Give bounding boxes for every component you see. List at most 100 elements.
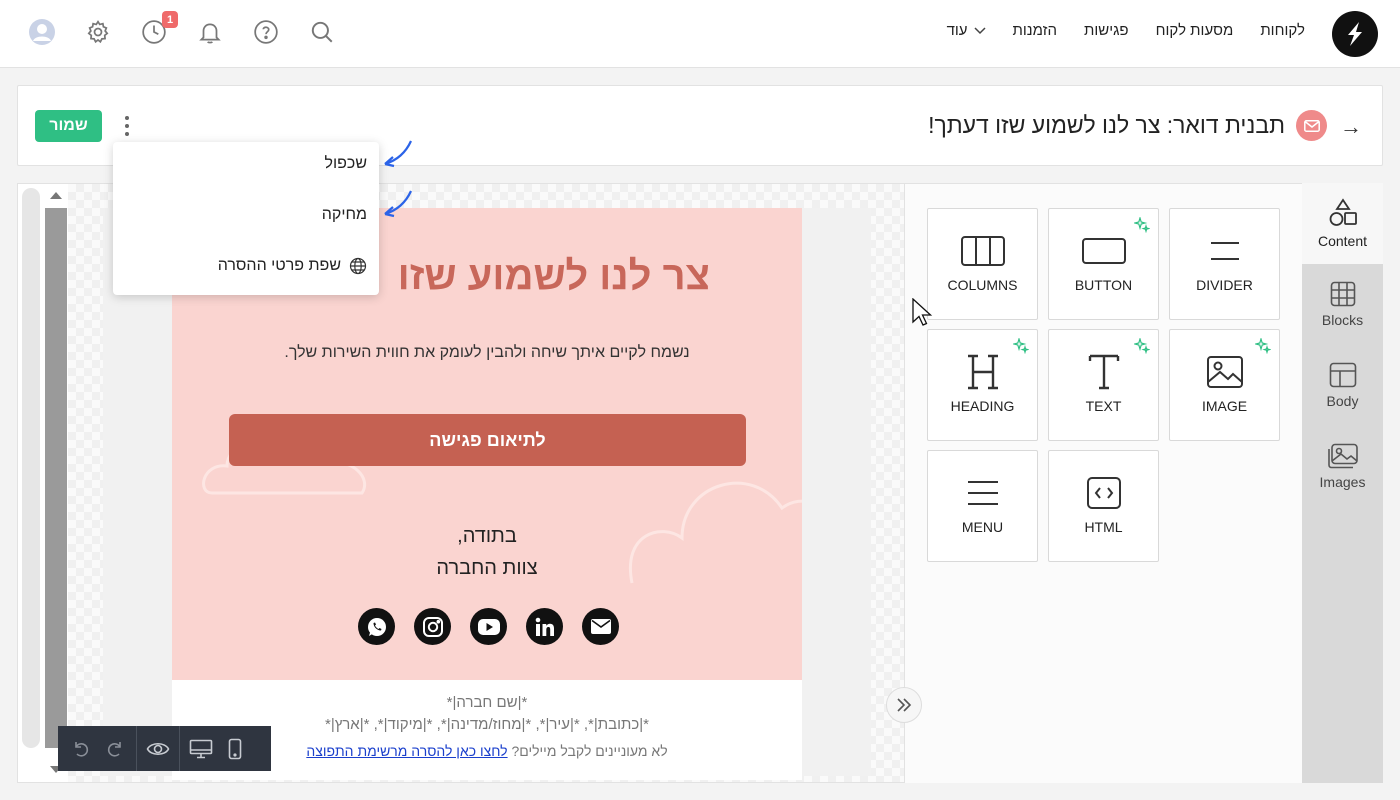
tab-body[interactable]: Body xyxy=(1302,345,1383,426)
globe-icon xyxy=(349,257,367,275)
images-icon xyxy=(1327,443,1358,469)
history-button[interactable]: 1 xyxy=(140,11,178,46)
email-heading[interactable]: צר לנו לשמוע שזו xyxy=(398,254,710,299)
nav-more-dropdown[interactable]: עוד xyxy=(947,22,986,39)
eye-icon xyxy=(146,742,170,755)
tab-body-label: Body xyxy=(1326,393,1359,409)
tile-heading-label: HEADING xyxy=(950,398,1015,414)
whatsapp-icon[interactable] xyxy=(358,608,395,645)
save-button[interactable]: שמור xyxy=(35,110,102,142)
email-signoff[interactable]: בתודה, צוות החברה xyxy=(172,520,802,584)
top-navbar: לקוחות מסעות לקוח פגישות הזמנות עוד 1 xyxy=(0,0,1400,68)
social-icons-row[interactable] xyxy=(358,608,619,645)
nav-item-customer-journeys[interactable]: מסעות לקוח xyxy=(1156,22,1234,39)
menu-item-unsubscribe-language[interactable]: שפת פרטי ההסרה xyxy=(218,257,367,275)
instagram-glyph xyxy=(422,616,443,637)
youtube-icon[interactable] xyxy=(470,608,507,645)
youtube-glyph xyxy=(477,618,500,635)
menu-item-duplicate-label: שכפול xyxy=(324,155,367,172)
avatar[interactable] xyxy=(28,18,56,46)
tab-images[interactable]: Images xyxy=(1302,426,1383,507)
menu-item-duplicate[interactable]: שכפול xyxy=(325,155,367,173)
menu-item-delete-label: מחיקה xyxy=(321,206,367,223)
envelope-icon xyxy=(1303,119,1320,132)
menu-item-unsubscribe-language-label: שפת פרטי ההסרה xyxy=(217,257,341,274)
chevron-down-icon xyxy=(973,26,986,34)
tile-html[interactable]: HTML xyxy=(1048,450,1159,562)
search-button[interactable] xyxy=(308,18,336,46)
notification-badge: 1 xyxy=(162,11,178,28)
more-options-button[interactable] xyxy=(122,114,132,138)
top-icon-group: 1 xyxy=(28,11,336,46)
tile-heading[interactable]: HEADING xyxy=(927,329,1038,441)
redo-icon xyxy=(107,741,121,757)
mail-type-badge xyxy=(1296,110,1327,141)
signoff-line-2: צוות החברה xyxy=(436,557,538,579)
collapse-panel-button[interactable] xyxy=(886,687,922,723)
double-chevron-right-icon xyxy=(897,698,912,712)
envelope-glyph xyxy=(590,619,611,634)
tile-button-label: BUTTON xyxy=(1074,277,1133,293)
tab-blocks-label: Blocks xyxy=(1321,312,1364,328)
back-arrow-icon[interactable]: → xyxy=(1340,114,1362,140)
nav-item-orders[interactable]: הזמנות xyxy=(1013,22,1057,39)
tile-divider-label: DIVIDER xyxy=(1196,277,1253,293)
kebab-dot xyxy=(125,124,129,128)
divider-icon xyxy=(1170,231,1279,271)
menu-item-delete[interactable]: מחיקה xyxy=(322,206,367,224)
image-icon xyxy=(1170,352,1279,392)
blocks-icon xyxy=(1330,281,1355,307)
tile-menu-label: MENU xyxy=(961,519,1004,535)
whatsapp-glyph xyxy=(367,617,386,636)
tile-button[interactable]: BUTTON xyxy=(1048,208,1159,320)
instagram-icon[interactable] xyxy=(414,608,451,645)
tile-html-label: HTML xyxy=(1084,519,1123,535)
button-icon xyxy=(1049,231,1158,271)
columns-icon xyxy=(928,231,1037,271)
unsubscribe-link[interactable]: לחצו כאן להסרה מרשימת התפוצה xyxy=(306,743,507,759)
layout-icon xyxy=(1329,362,1356,388)
tile-image-label: IMAGE xyxy=(1201,398,1248,414)
avatar-icon xyxy=(29,19,55,45)
desktop-icon xyxy=(189,739,213,758)
content-panel: DIVIDER BUTTON COLUMNS IMAGE TEXT HEADIN… xyxy=(905,183,1302,783)
toolbar-divider xyxy=(179,726,180,771)
tile-columns[interactable]: COLUMNS xyxy=(927,208,1038,320)
email-paragraph[interactable]: נשמח לקיים איתך שיחה ולהבין לעומק את חוו… xyxy=(172,344,802,362)
options-dropdown-menu: שכפול מחיקה שפת פרטי ההסרה xyxy=(113,142,379,295)
canvas-toolbar xyxy=(58,726,271,771)
preview-button[interactable] xyxy=(141,726,175,771)
undo-button[interactable] xyxy=(64,726,98,771)
tile-divider[interactable]: DIVIDER xyxy=(1169,208,1280,320)
signoff-line-1: בתודה, xyxy=(457,525,517,547)
tile-text[interactable]: TEXT xyxy=(1048,329,1159,441)
desktop-view-button[interactable] xyxy=(184,726,218,771)
tile-columns-label: COLUMNS xyxy=(947,277,1018,293)
html-icon xyxy=(1049,473,1158,513)
scrollbar-track[interactable] xyxy=(22,188,40,748)
redo-button[interactable] xyxy=(98,726,132,771)
email-cta-button[interactable]: לתיאום פגישה xyxy=(229,414,746,466)
tab-images-label: Images xyxy=(1319,474,1366,490)
kebab-dot xyxy=(125,116,129,120)
mobile-view-button[interactable] xyxy=(218,726,252,771)
tile-menu[interactable]: MENU xyxy=(927,450,1038,562)
scrollbar-thumb[interactable] xyxy=(45,208,67,748)
linkedin-icon[interactable] xyxy=(526,608,563,645)
app-logo[interactable] xyxy=(1332,11,1378,57)
tab-blocks[interactable]: Blocks xyxy=(1302,264,1383,345)
gear-icon xyxy=(87,20,109,44)
tile-image[interactable]: IMAGE xyxy=(1169,329,1280,441)
notifications-button[interactable] xyxy=(196,18,224,46)
editor-side-tabs: Content Blocks Body Images xyxy=(1302,183,1383,783)
settings-button[interactable] xyxy=(84,18,112,46)
scroll-up-icon[interactable] xyxy=(50,192,62,199)
linkedin-glyph xyxy=(535,617,554,636)
email-icon[interactable] xyxy=(582,608,619,645)
help-button[interactable] xyxy=(252,18,280,46)
text-icon xyxy=(1049,352,1158,392)
tab-content[interactable]: Content xyxy=(1302,183,1383,264)
nav-item-customers[interactable]: לקוחות xyxy=(1260,22,1305,39)
nav-item-meetings[interactable]: פגישות xyxy=(1084,22,1129,39)
mouse-cursor-icon xyxy=(912,298,933,326)
